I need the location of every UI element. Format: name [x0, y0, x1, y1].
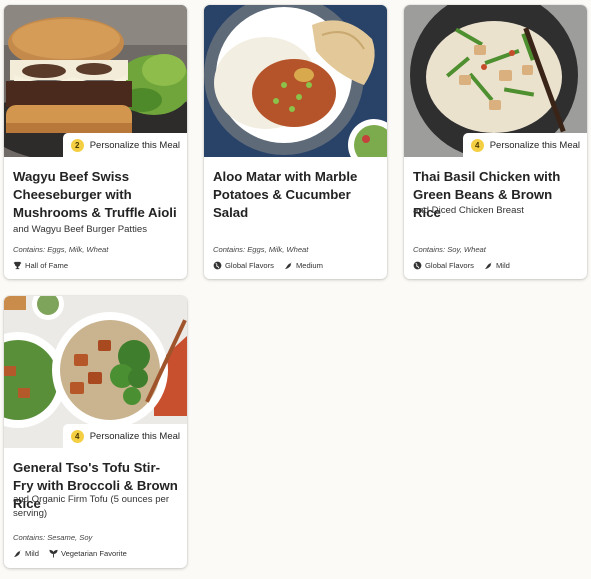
meal-tag-label: Medium	[295, 261, 323, 270]
meal-title[interactable]: Wagyu Beef Swiss Cheeseburger with Mushr…	[13, 168, 179, 222]
meal-subtitle: and Organic Firm Tofu (5 ounces per serv…	[13, 494, 170, 519]
personalize-meal-button[interactable]: 4 Personalize this Meal	[62, 424, 187, 448]
meal-tag: Hall of Fame	[13, 261, 68, 270]
meal-tag: Vegetarian Favorite	[49, 549, 127, 558]
personalize-label: Personalize this Meal	[89, 139, 180, 151]
chili-pepper-icon	[13, 549, 21, 558]
meal-image-aloo-matar[interactable]	[204, 5, 387, 157]
meal-card-thai-basil-chicken[interactable]: 4 Personalize this Meal Thai Basil Chick…	[404, 5, 587, 279]
meal-image-thai-basil-chicken[interactable]: 4 Personalize this Meal	[404, 5, 587, 157]
meal-tags: Mild Vegetarian Favorite	[13, 549, 179, 558]
meal-card-wagyu-burger[interactable]: 2 Personalize this Meal Wagyu Beef Swiss…	[4, 5, 187, 279]
meal-tag: Mild	[13, 549, 39, 558]
meal-tag-label: Global Flavors	[425, 261, 474, 270]
globe-icon	[413, 261, 422, 270]
personalize-meal-button[interactable]: 4 Personalize this Meal	[462, 133, 587, 157]
meal-allergens: Contains: Soy, Wheat	[413, 245, 486, 254]
meal-subtitle: and Diced Chicken Breast	[413, 205, 524, 216]
meal-tag-label: Hall of Fame	[25, 261, 69, 270]
personalize-count-badge: 2	[70, 138, 84, 152]
meal-tags: Hall of Fame	[13, 261, 179, 270]
chili-pepper-icon	[484, 261, 492, 270]
meal-allergens: Contains: Sesame, Soy	[13, 533, 93, 542]
trophy-icon	[13, 261, 22, 270]
meal-tag-label: Mild	[495, 261, 510, 270]
meal-tag: Global Flavors	[413, 261, 474, 270]
personalize-count-badge: 4	[70, 429, 84, 443]
meal-tag-label: Vegetarian Favorite	[60, 549, 127, 558]
meal-image-wagyu-burger[interactable]: 2 Personalize this Meal	[4, 5, 187, 157]
meal-tags: Global Flavors Mild	[413, 261, 579, 270]
meal-tag: Mild	[484, 261, 510, 270]
meal-allergens: Contains: Eggs, Milk, Wheat	[13, 245, 109, 254]
meal-subtitle: and Wagyu Beef Burger Patties	[13, 224, 148, 235]
globe-icon	[213, 261, 222, 270]
meal-tag-label: Mild	[25, 549, 39, 558]
meal-tag: Global Flavors	[213, 261, 274, 270]
meal-tag: Medium	[284, 261, 323, 270]
chili-pepper-icon	[284, 261, 292, 270]
leaf-icon	[49, 549, 58, 558]
personalize-meal-button[interactable]: 2 Personalize this Meal	[62, 133, 187, 157]
personalize-label: Personalize this Meal	[489, 139, 580, 151]
meal-tags: Global Flavors Medium	[213, 261, 379, 270]
meal-tag-label: Global Flavors	[225, 261, 274, 270]
personalize-count-badge: 4	[470, 138, 484, 152]
meal-card-aloo-matar[interactable]: Aloo Matar with Marble Potatoes & Cucumb…	[204, 5, 387, 279]
meal-card-general-tsos-tofu[interactable]: 4 Personalize this Meal General Tso's To…	[4, 296, 187, 568]
meal-allergens: Contains: Eggs, Milk, Wheat	[213, 245, 309, 254]
meal-title[interactable]: Aloo Matar with Marble Potatoes & Cucumb…	[213, 168, 379, 222]
meal-image-general-tsos-tofu[interactable]: 4 Personalize this Meal	[4, 296, 187, 448]
personalize-label: Personalize this Meal	[89, 430, 180, 442]
